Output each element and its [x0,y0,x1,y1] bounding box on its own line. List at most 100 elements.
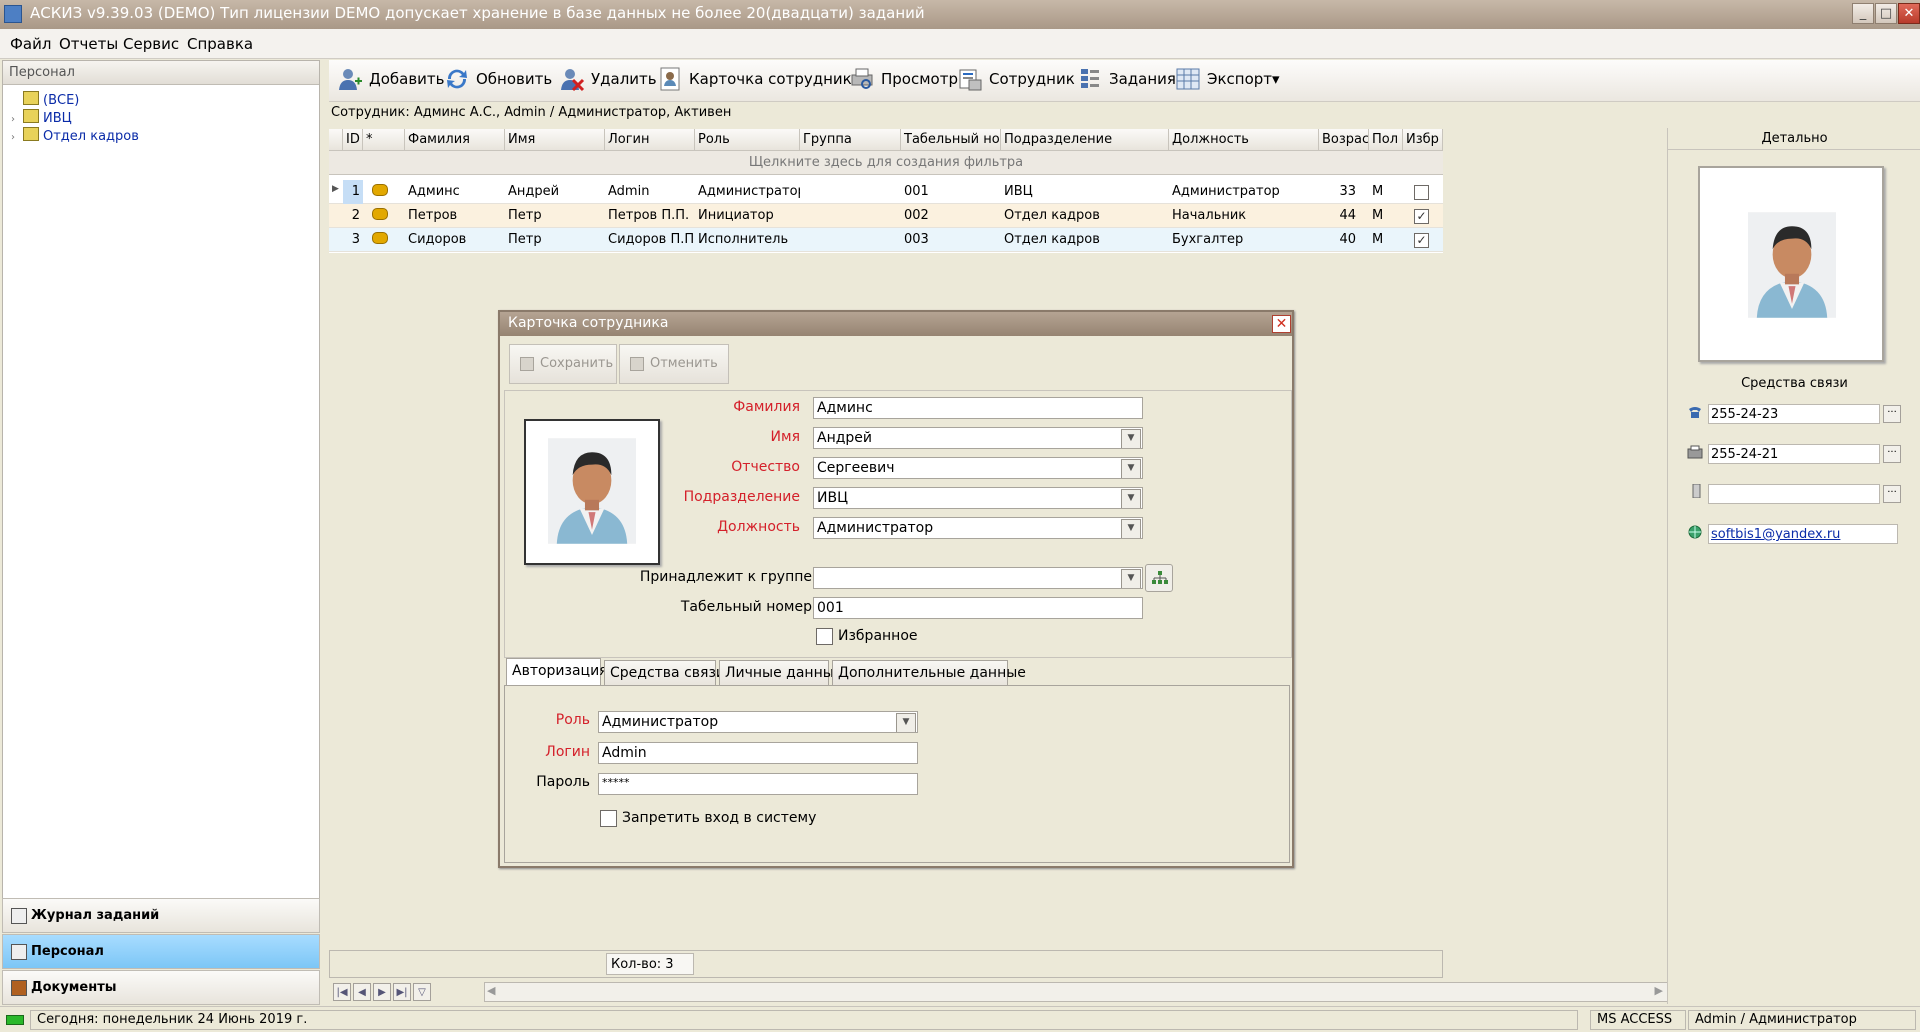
employee-button[interactable]: Сотрудник [957,69,1075,91]
fax-field[interactable]: 255-24-21 [1708,444,1880,464]
fax-more-button[interactable]: ··· [1883,445,1901,463]
column-header-firstname[interactable]: Имя [505,129,605,151]
cell-login[interactable]: Петров П.П. [605,204,695,228]
chevron-down-icon[interactable]: ▼ [1121,519,1141,538]
cell-sex[interactable]: М [1369,204,1403,228]
column-header-tabnum[interactable]: Табельный номер [901,129,1001,151]
cell-lastname[interactable]: Сидоров [405,228,505,252]
cell-age[interactable]: 40 [1319,228,1359,252]
favorite-checkbox[interactable] [816,628,833,645]
tree-expander[interactable]: › [11,132,21,143]
add-button[interactable]: Добавить [337,69,445,90]
department-select[interactable]: ИВЦ ▼ [813,487,1143,509]
cell-age[interactable]: 44 [1319,204,1359,228]
login-input[interactable]: Admin [598,742,918,764]
column-header-age[interactable]: Возраст [1319,129,1369,151]
tree-item-all[interactable]: (ВСЕ) [11,91,79,108]
employee-card-button[interactable]: Карточка сотрудника [657,67,861,91]
cell-group[interactable] [800,180,901,204]
table-row[interactable]: ▶ 1 Админс Андрей Admin Администратор 00… [329,180,1443,204]
menu-reports[interactable]: Отчеты [59,35,118,53]
chevron-down-icon[interactable]: ▼ [1121,489,1141,508]
cell-role[interactable]: Инициатор [695,204,800,228]
nav-journal[interactable]: Журнал заданий [2,898,320,933]
cell-group[interactable] [800,228,901,252]
firstname-select[interactable]: Андрей ▼ [813,427,1143,449]
tab-personal-data[interactable]: Личные данные [719,660,842,686]
horizontal-scrollbar[interactable]: ◀ ▶ [484,982,1668,1002]
menu-file[interactable]: Файл [10,35,51,53]
email-field[interactable]: softbis1@yandex.ru [1708,524,1898,544]
delete-button[interactable]: Удалить [559,69,657,92]
cell-firstname[interactable]: Петр [505,204,605,228]
cell-login[interactable]: Admin [605,180,695,204]
cell-sex[interactable]: М [1369,228,1403,252]
tree-item-ivc[interactable]: › ИВЦ [11,109,72,126]
column-header-sex[interactable]: Пол [1369,129,1403,151]
tabnum-input[interactable]: 001 [813,597,1143,619]
password-input[interactable]: ***** [598,773,918,795]
export-button[interactable]: Экспорт▾ [1175,68,1280,90]
menu-service[interactable]: Сервис [123,35,179,53]
next-record-icon[interactable]: ▶ [373,983,391,1001]
cell-sex[interactable]: М [1369,180,1403,204]
minimize-button[interactable]: _ [1852,3,1874,24]
cell-department[interactable]: Отдел кадров [1001,204,1169,228]
refresh-button[interactable]: Обновить [444,69,552,89]
column-header-lastname[interactable]: Фамилия [405,129,505,151]
prev-record-icon[interactable]: ◀ [353,983,371,1001]
cell-role[interactable]: Администратор [695,180,800,204]
column-header-id[interactable]: ID [343,129,363,151]
cell-firstname[interactable]: Петр [505,228,605,252]
position-select[interactable]: Администратор ▼ [813,517,1143,539]
menu-help[interactable]: Справка [187,35,253,53]
cell-lastname[interactable]: Петров [405,204,505,228]
cell-id[interactable]: 1 [343,180,363,204]
column-header-department[interactable]: Подразделение [1001,129,1169,151]
favorite-checkbox[interactable] [1414,185,1429,200]
column-header-group[interactable]: Группа [800,129,901,151]
last-record-icon[interactable]: ▶| [393,983,411,1001]
chevron-down-icon[interactable]: ▼ [896,713,916,732]
column-header-indicator[interactable] [329,129,343,151]
column-header-role[interactable]: Роль [695,129,800,151]
cell-lastname[interactable]: Админс [405,180,505,204]
nav-documents[interactable]: Документы [2,970,320,1005]
cell-group[interactable] [800,204,901,228]
deny-login-checkbox[interactable] [600,810,617,827]
mobile-more-button[interactable]: ··· [1883,485,1901,503]
phone-more-button[interactable]: ··· [1883,405,1901,423]
group-tree-button[interactable] [1145,564,1173,592]
mobile-field[interactable] [1708,484,1880,504]
cell-age[interactable]: 33 [1319,180,1359,204]
cell-position[interactable]: Бухгалтер [1169,228,1319,252]
cell-tabnum[interactable]: 001 [901,180,1001,204]
scroll-right-icon[interactable]: ▶ [1655,984,1663,997]
tree-expander[interactable]: › [11,114,21,125]
close-button[interactable]: ✕ [1898,3,1920,24]
column-header-login[interactable]: Логин [605,129,695,151]
cell-id[interactable]: 3 [343,228,363,252]
dialog-close-button[interactable]: ✕ [1272,315,1291,333]
tasks-button[interactable]: Задания [1077,69,1176,88]
table-row[interactable]: 3 Сидоров Петр Сидоров П.П. Исполнитель … [329,228,1443,252]
middlename-select[interactable]: Сергеевич ▼ [813,457,1143,479]
maximize-button[interactable]: □ [1875,3,1897,24]
panel-splitter[interactable] [320,60,328,1000]
favorite-checkbox[interactable]: ✓ [1414,233,1429,248]
filter-icon[interactable]: ▽ [413,983,431,1001]
first-record-icon[interactable]: |◀ [333,983,351,1001]
cell-tabnum[interactable]: 002 [901,204,1001,228]
tab-additional-data[interactable]: Дополнительные данные [832,660,1026,686]
save-button[interactable]: Сохранить [509,344,617,384]
chevron-down-icon[interactable]: ▼ [1121,429,1141,448]
phone-field[interactable]: 255-24-23 [1708,404,1880,424]
tab-authorization[interactable]: Авторизация [506,658,608,686]
filter-row[interactable]: Щелкните здесь для создания фильтра [329,151,1443,175]
tree-item-hr[interactable]: › Отдел кадров [11,127,139,144]
cell-tabnum[interactable]: 003 [901,228,1001,252]
cell-id[interactable]: 2 [343,204,363,228]
tab-contacts[interactable]: Средства связи [604,660,725,686]
group-select[interactable]: ▼ [813,567,1143,589]
nav-personnel[interactable]: Персонал [2,934,320,969]
